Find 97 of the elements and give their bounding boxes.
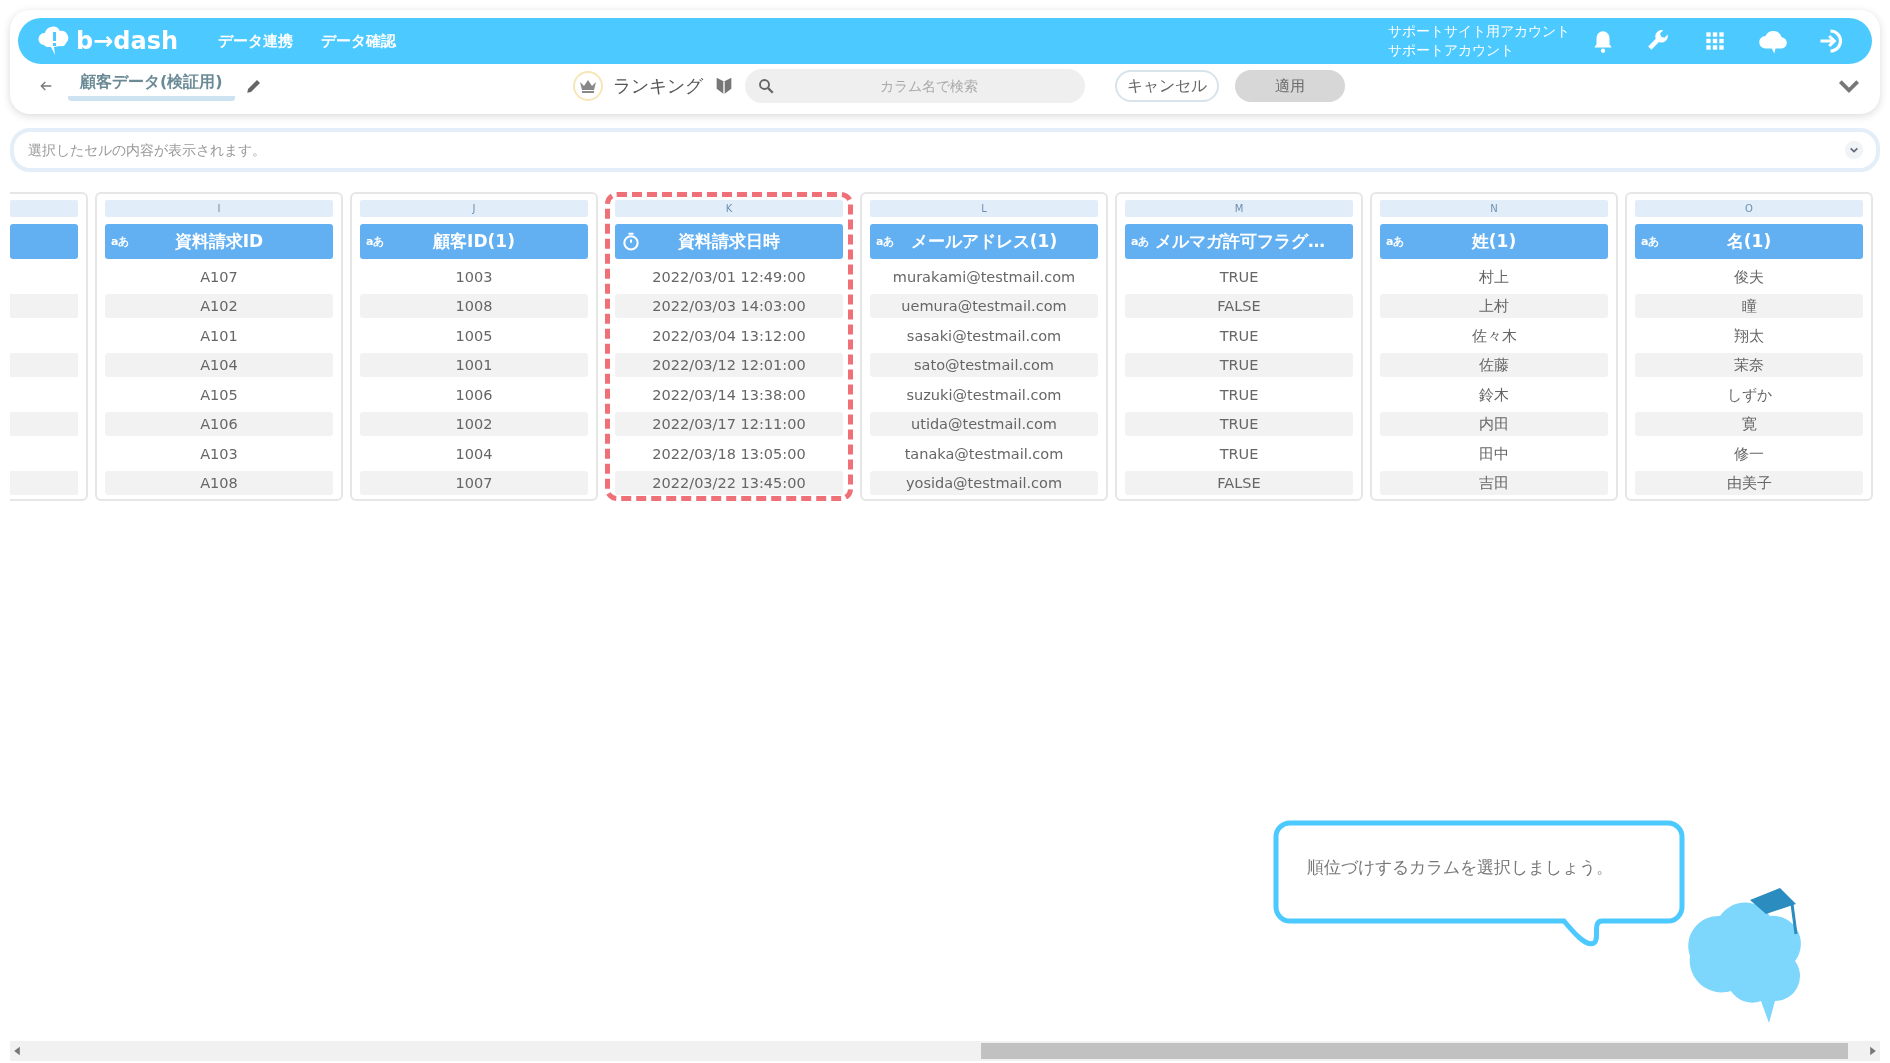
table-cell[interactable]: A107 xyxy=(105,264,333,289)
table-cell[interactable]: 2022/03/14 13:38:00 xyxy=(615,382,843,407)
table-cell[interactable]: 2022/03/18 13:05:00 xyxy=(615,441,843,466)
table-cell[interactable]: 1001 xyxy=(360,353,588,377)
table-cell[interactable]: 2022/03/03 14:03:00 xyxy=(615,294,843,318)
account-name: サポートアカウント xyxy=(1388,41,1515,60)
table-cell[interactable]: 佐々木 xyxy=(1380,323,1608,348)
table-cell[interactable]: 2022/03/17 12:11:00 xyxy=(615,412,843,436)
dataset-title[interactable]: 顧客データ(検証用) xyxy=(68,71,235,101)
column-letter: J xyxy=(360,200,588,217)
data-column[interactable]: M aあ メルマガ許可フラグ… TRUE FALSE TRUE TRUE TRUE TRUE TRUE FALSE xyxy=(1115,192,1363,501)
table-cell[interactable]: A106 xyxy=(105,412,333,436)
table-cell[interactable]: A103 xyxy=(105,441,333,466)
table-cell[interactable]: murakami@testmail.com xyxy=(870,264,1098,289)
table-cell[interactable]: 上村 xyxy=(1380,294,1608,318)
column-letter: M xyxy=(1125,200,1353,217)
cell-content-field[interactable]: 選択したセルの内容が表示されます。 xyxy=(10,128,1880,172)
table-cell[interactable]: sato@testmail.com xyxy=(870,353,1098,377)
table-cell[interactable]: A102 xyxy=(105,294,333,318)
table-cell[interactable]: TRUE xyxy=(1125,382,1353,407)
chevron-down-icon[interactable] xyxy=(1844,140,1864,160)
table-cell[interactable]: TRUE xyxy=(1125,323,1353,348)
table-cell[interactable]: 村上 xyxy=(1380,264,1608,289)
table-cell[interactable]: A108 xyxy=(105,471,333,495)
table-cell[interactable]: 1006 xyxy=(360,382,588,407)
type-label: aあ xyxy=(1386,234,1406,249)
highlighted-column[interactable]: K 資料請求日時 2022/03/01 12:49:00 2022/03/03 14:03:00 2022/03/04 13:12:00 2022/03/12 12:01:00 2022/03/14 13:38:00 2022/03/17 12:11:00 2022/03/18 13:05:00 2022/03/22 13:45:00 xyxy=(605,192,853,501)
table-cell[interactable]: A104 xyxy=(105,353,333,377)
data-column[interactable]: L aあ メールアドレス(1) murakami@testmail.com uemura@testmail.com sasaki@testmail.com sato@testmail.com suzuki@testmail.com utida@testmail.com tanaka@testmail.com yosida@testmail.com xyxy=(860,192,1108,501)
column-letter: L xyxy=(870,200,1098,217)
table-cell[interactable]: 2022/03/12 12:01:00 xyxy=(615,353,843,377)
column-letter: O xyxy=(1635,200,1863,217)
table-cell[interactable]: 吉田 xyxy=(1380,471,1608,495)
table-cell[interactable]: FALSE xyxy=(1125,471,1353,495)
table-cell[interactable]: 1002 xyxy=(360,412,588,436)
table-cell[interactable]: 寛 xyxy=(1635,412,1863,436)
table-cell[interactable]: utida@testmail.com xyxy=(870,412,1098,436)
table-cell[interactable]: A105 xyxy=(105,382,333,407)
type-label: aあ xyxy=(1641,234,1661,249)
column-title: 姓(1) xyxy=(1470,230,1518,253)
data-column[interactable]: J aあ 顧客ID(1) 1003 1008 1005 1001 1006 1002 1004 1007 xyxy=(350,192,598,501)
pencil-icon[interactable] xyxy=(244,77,263,95)
column-title: メルマガ許可フラグ… xyxy=(1155,230,1325,253)
table-cell[interactable]: TRUE xyxy=(1125,441,1353,466)
search-icon xyxy=(756,77,775,95)
table-cell[interactable]: FALSE xyxy=(1125,294,1353,318)
table-cell[interactable]: uemura@testmail.com xyxy=(870,294,1098,318)
type-label: aあ xyxy=(111,234,131,249)
tip-text: 順位づけするカラムを選択しましょう。 xyxy=(1307,856,1613,879)
data-column[interactable]: N aあ 姓(1) 村上 上村 佐々木 佐藤 鈴木 内田 田中 吉田 xyxy=(1370,192,1618,501)
table-cell[interactable]: 内田 xyxy=(1380,412,1608,436)
type-label: aあ xyxy=(876,234,896,249)
table-cell[interactable]: 鈴木 xyxy=(1380,382,1608,407)
table-cell[interactable]: sasaki@testmail.com xyxy=(870,323,1098,348)
cancel-button[interactable]: キャンセル xyxy=(1114,70,1219,102)
table-cell[interactable]: 由美子 xyxy=(1635,471,1863,495)
search-field[interactable]: カラム名で検索 xyxy=(744,69,1085,103)
table-cell[interactable]: 2022/03/04 13:12:00 xyxy=(615,323,843,348)
table-cell[interactable]: suzuki@testmail.com xyxy=(870,382,1098,407)
data-column[interactable]: O aあ 名(1) 俊夫 瞳 翔太 茉奈 しずか 寛 修一 由美子 xyxy=(1625,192,1873,501)
column-title: 顧客ID(1) xyxy=(432,230,516,253)
table-cell[interactable]: 1008 xyxy=(360,294,588,318)
table-cell[interactable]: 佐藤 xyxy=(1380,353,1608,377)
column-letter: K xyxy=(615,200,843,217)
table-cell[interactable]: 翔太 xyxy=(1635,323,1863,348)
table-cell[interactable]: TRUE xyxy=(1125,412,1353,436)
column-title: 資料請求日時 xyxy=(677,230,781,253)
table-cell[interactable]: 修一 xyxy=(1635,441,1863,466)
column-letter: N xyxy=(1380,200,1608,217)
table-cell[interactable]: 2022/03/22 13:45:00 xyxy=(615,471,843,495)
table-cell[interactable]: 瞳 xyxy=(1635,294,1863,318)
table-cell[interactable]: 1005 xyxy=(360,323,588,348)
table-cell[interactable]: 俊夫 xyxy=(1635,264,1863,289)
table-cell[interactable]: 2022/03/01 12:49:00 xyxy=(615,264,843,289)
table-cell[interactable]: 茉奈 xyxy=(1635,353,1863,377)
table-cell[interactable]: yosida@testmail.com xyxy=(870,471,1098,495)
mode-label: ランキング xyxy=(612,74,703,98)
table-cell[interactable]: 1004 xyxy=(360,441,588,466)
table-cell[interactable]: A101 xyxy=(105,323,333,348)
table-cell[interactable]: tanaka@testmail.com xyxy=(870,441,1098,466)
table-cell[interactable]: TRUE xyxy=(1125,264,1353,289)
crown-icon xyxy=(572,71,603,101)
horizontal-scrollbar[interactable] xyxy=(10,1041,1880,1061)
type-label: aあ xyxy=(366,234,386,249)
data-column[interactable]: I aあ 資料請求ID A107 A102 A101 A104 A105 A106 A103 A108 xyxy=(95,192,343,501)
table-cell[interactable]: TRUE xyxy=(1125,353,1353,377)
column-title: 資料請求ID xyxy=(173,230,265,253)
column-title: メールアドレス(1) xyxy=(909,230,1059,253)
table-cell[interactable]: 田中 xyxy=(1380,441,1608,466)
type-label: aあ xyxy=(1131,234,1151,249)
column-title: 名(1) xyxy=(1725,230,1773,253)
table-cell[interactable]: 1003 xyxy=(360,264,588,289)
table-cell[interactable]: しずか xyxy=(1635,382,1863,407)
table-cell[interactable]: 1007 xyxy=(360,471,588,495)
account-name: サポートサイト用アカウント xyxy=(1388,22,1570,41)
stopwatch-icon xyxy=(621,231,641,252)
column-letter: I xyxy=(105,200,333,217)
